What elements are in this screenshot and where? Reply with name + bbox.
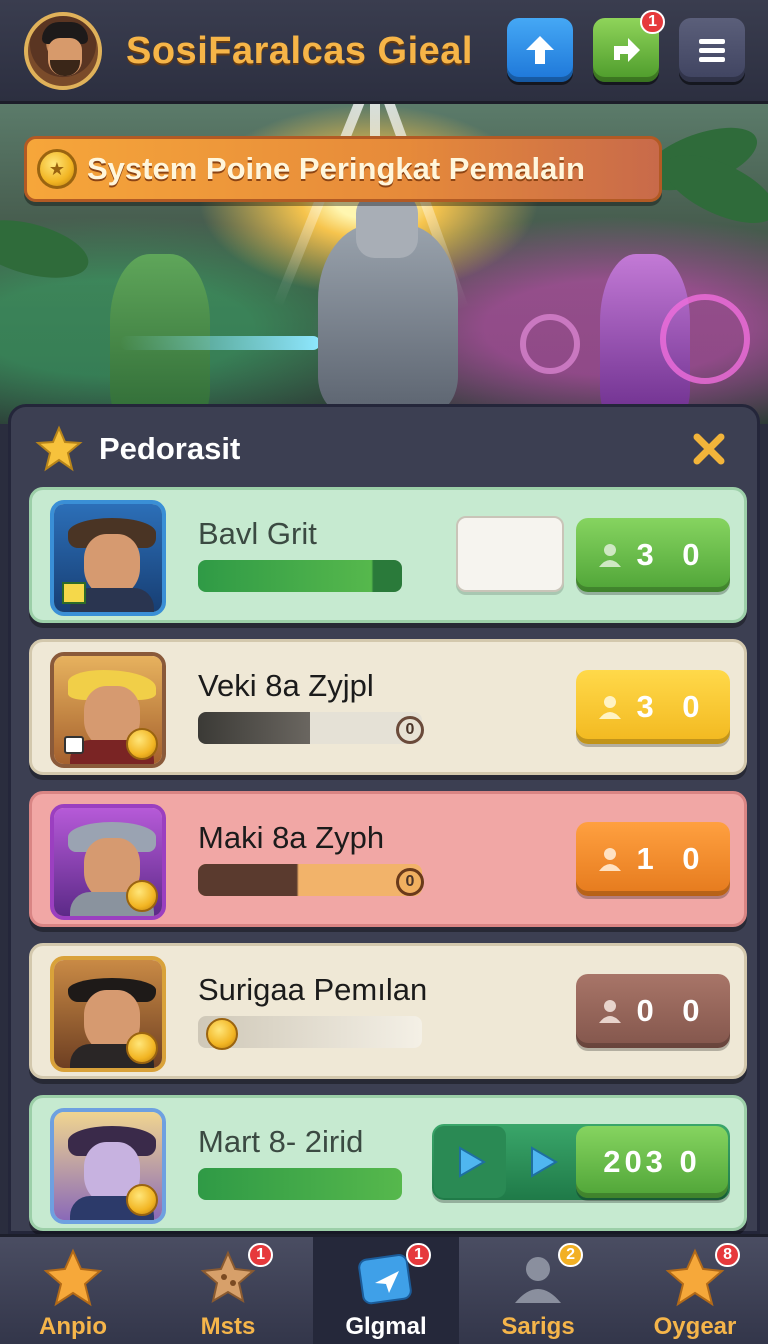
person-icon [599, 544, 622, 567]
person-icon [599, 848, 622, 871]
score-value: 203 0 [603, 1144, 701, 1179]
close-icon[interactable] [689, 429, 729, 469]
list-item[interactable]: Bavl Grit 3 0 [29, 487, 747, 623]
nav-label: Glgmal [345, 1313, 427, 1340]
share-button[interactable]: 1 [593, 10, 665, 82]
game-title: SosiFaralcas Gieal [126, 30, 473, 72]
coin-icon [206, 1018, 238, 1050]
player-name: Surigaa Pemılan [198, 972, 428, 1007]
nav-label: Msts [200, 1313, 256, 1340]
nav-label: Oygear [653, 1313, 737, 1340]
house-icon [62, 582, 86, 604]
player-portrait [50, 804, 166, 920]
hero-banner-text: System Poine Peringkat Pemalain [87, 151, 585, 186]
score-button[interactable]: 3 0 [576, 670, 730, 744]
progress-bar [198, 560, 402, 592]
nav-item-sarigs[interactable]: 2 Sarigs [465, 1237, 611, 1344]
list-item[interactable]: Mart 8- 2irid 203 0 [29, 1095, 747, 1231]
score-button[interactable]: 0 0 [576, 974, 730, 1048]
player-name: Mart 8- 2irid [198, 1124, 364, 1159]
arrow-up-icon [526, 36, 554, 64]
score-button[interactable]: 1 0 [576, 822, 730, 896]
play-button[interactable] [434, 1126, 506, 1198]
notification-badge: 8 [715, 1243, 740, 1267]
progress-marker: 0 [396, 868, 424, 896]
player-name: Maki 8a Zyph [198, 820, 385, 855]
list-item[interactable]: Veki 8a Zyjpl 0 3 0 [29, 639, 747, 775]
player-avatar[interactable] [24, 12, 102, 90]
empty-slot[interactable] [456, 516, 564, 592]
upload-button[interactable] [507, 18, 573, 82]
star-icon [35, 425, 83, 472]
leaderboard-panel: Pedorasit Bavl Grit 3 0 Veki 8a Zyjpl 0 … [8, 404, 760, 1234]
play-icon [531, 1146, 558, 1178]
nav-item-anpio[interactable]: Anpio [0, 1237, 146, 1344]
bottom-navigation: Anpio 1 Msts 1 Glgmal 2 Sarigs 8 Oygear [0, 1234, 768, 1344]
star-icon [43, 1248, 103, 1307]
score-button[interactable]: 203 0 [576, 1126, 728, 1198]
play-button[interactable] [506, 1126, 578, 1198]
progress-bar [198, 864, 422, 896]
hamburger-icon [699, 39, 725, 62]
nav-label: Anpio [39, 1313, 107, 1340]
hero-artwork: ★ System Poine Peringkat Pemalain [0, 104, 768, 424]
player-portrait [50, 652, 166, 768]
score-value: 1 0 [636, 841, 710, 876]
nav-label: Sarigs [501, 1313, 575, 1340]
coin-icon [126, 1184, 158, 1216]
coin-icon [126, 1032, 158, 1064]
notification-badge: 1 [406, 1243, 431, 1267]
nav-item-oygear[interactable]: 8 Oygear [622, 1237, 768, 1344]
person-icon [599, 1000, 622, 1023]
panel-title: Pedorasit [99, 431, 241, 466]
hero-banner[interactable]: ★ System Poine Peringkat Pemalain [24, 136, 662, 202]
nav-item-msts[interactable]: 1 Msts [155, 1237, 301, 1344]
score-value: 3 0 [636, 689, 710, 724]
progress-bar [198, 712, 422, 744]
coin-icon: ★ [37, 149, 77, 189]
play-icon [459, 1146, 486, 1178]
progress-bar [198, 1168, 402, 1200]
action-group: 203 0 [432, 1124, 730, 1200]
coin-icon [126, 728, 158, 760]
coin-icon [126, 880, 158, 912]
score-value: 0 0 [636, 993, 710, 1028]
notification-badge: 1 [248, 1243, 273, 1267]
notification-badge: 1 [640, 10, 665, 34]
player-portrait [50, 500, 166, 616]
lock-icon [64, 736, 84, 754]
person-icon [599, 696, 622, 719]
list-item[interactable]: Maki 8a Zyph 0 1 0 [29, 791, 747, 927]
score-value: 3 0 [636, 537, 710, 572]
progress-marker: 0 [396, 716, 424, 744]
notification-badge: 2 [558, 1243, 583, 1267]
arrow-right-icon [614, 38, 640, 62]
list-item[interactable]: Surigaa Pemılan 0 0 [29, 943, 747, 1079]
player-name: Bavl Grit [198, 516, 317, 551]
menu-button[interactable] [679, 18, 745, 82]
player-portrait [50, 956, 166, 1072]
score-button[interactable]: 3 0 [576, 518, 730, 592]
player-name: Veki 8a Zyjpl [198, 668, 374, 703]
nav-item-glgmal[interactable]: 1 Glgmal [313, 1237, 459, 1344]
top-bar: SosiFaralcas Gieal 1 [0, 0, 768, 104]
player-portrait [50, 1108, 166, 1224]
